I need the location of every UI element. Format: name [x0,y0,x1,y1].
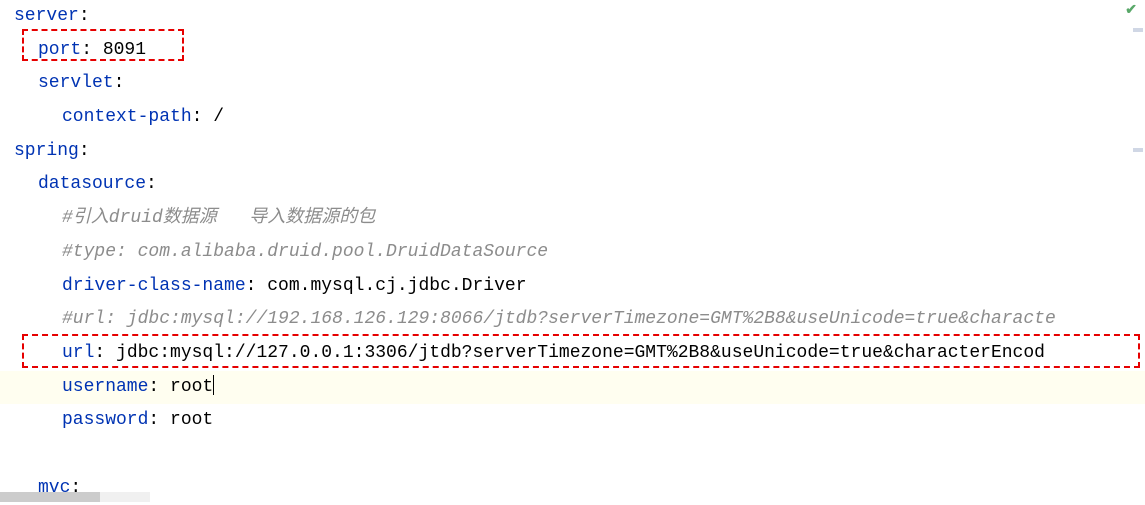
code-line[interactable]: url: jdbc:mysql://127.0.0.1:3306/jtdb?se… [0,337,1145,371]
code-editor[interactable]: server: port: 8091 servlet: context-path… [0,0,1145,505]
scrollbar-marker [1133,28,1143,32]
code-line-current[interactable]: username: root [0,371,1145,405]
vertical-scrollbar[interactable] [1131,18,1145,478]
yaml-comment: #引入druid数据源 导入数据源的包 [62,208,375,228]
yaml-value: jdbc:mysql://127.0.0.1:3306/jtdb?serverT… [116,343,1045,363]
code-line[interactable]: #type: com.alibaba.druid.pool.DruidDataS… [0,236,1145,270]
yaml-key: driver-class-name [62,276,246,296]
colon: : [148,377,170,397]
horizontal-scrollbar[interactable] [0,492,150,502]
code-line[interactable]: #引入druid数据源 导入数据源的包 [0,202,1145,236]
yaml-value: com.mysql.cj.jdbc.Driver [267,276,526,296]
colon: : [94,343,116,363]
colon: : [192,107,214,127]
code-line[interactable] [0,438,1145,472]
colon: : [114,73,125,93]
yaml-value: root [170,410,213,430]
colon: : [246,276,268,296]
yaml-key: password [62,410,148,430]
scrollbar-marker [1133,148,1143,152]
code-line[interactable]: server: [0,0,1145,34]
colon: : [146,174,157,194]
code-line[interactable]: context-path: / [0,101,1145,135]
colon: : [81,40,103,60]
colon: : [79,141,90,161]
yaml-comment: #url: jdbc:mysql://192.168.126.129:8066/… [62,309,1056,329]
yaml-value: root [170,377,213,397]
scrollbar-thumb[interactable] [0,492,100,502]
yaml-key: port [38,40,81,60]
yaml-value: / [213,107,224,127]
yaml-value: 8091 [103,40,146,60]
text-cursor [213,375,214,395]
yaml-key: context-path [62,107,192,127]
yaml-key: servlet [38,73,114,93]
code-line[interactable]: spring: [0,135,1145,169]
yaml-key: username [62,377,148,397]
yaml-comment: #type: com.alibaba.druid.pool.DruidDataS… [62,242,548,262]
code-line[interactable]: mvc: [0,472,1145,505]
code-line[interactable]: servlet: [0,67,1145,101]
colon: : [148,410,170,430]
code-line[interactable]: datasource: [0,168,1145,202]
colon: : [79,6,90,26]
yaml-key: url [62,343,94,363]
code-line[interactable]: port: 8091 [0,34,1145,68]
yaml-key: datasource [38,174,146,194]
code-line[interactable]: password: root [0,404,1145,438]
yaml-key: spring [14,141,79,161]
code-line[interactable]: driver-class-name: com.mysql.cj.jdbc.Dri… [0,270,1145,304]
yaml-key: server [14,6,79,26]
code-line[interactable]: #url: jdbc:mysql://192.168.126.129:8066/… [0,303,1145,337]
